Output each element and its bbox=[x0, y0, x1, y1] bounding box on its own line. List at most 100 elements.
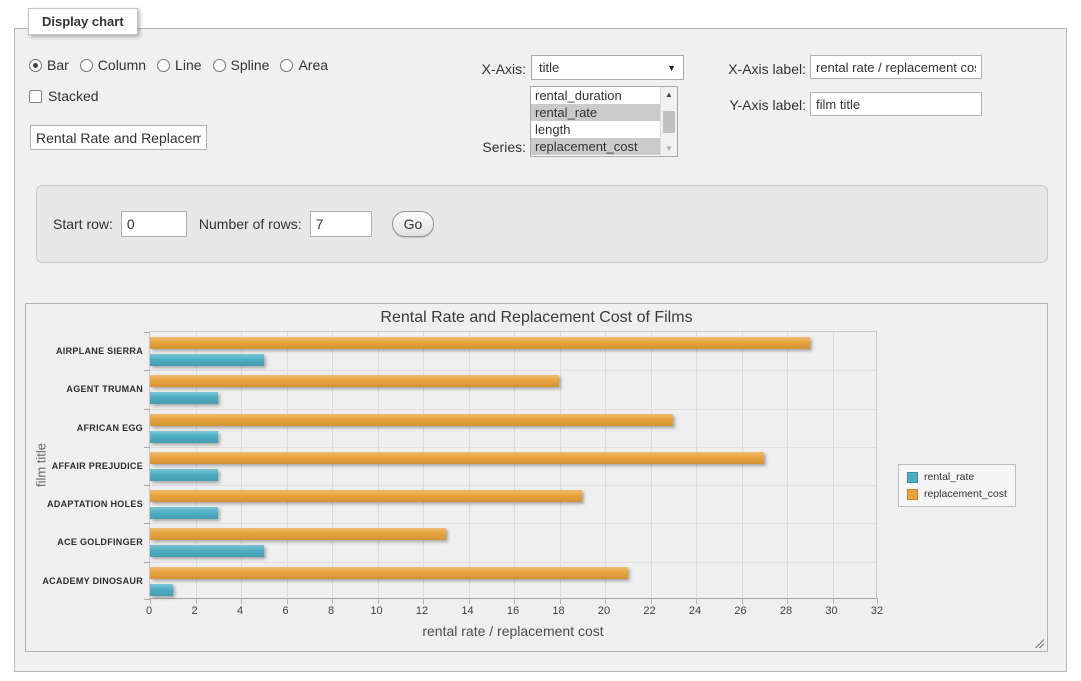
chart-type-radios: Bar Column Line Spline Area bbox=[29, 57, 328, 73]
band-separator bbox=[150, 523, 876, 524]
category-label: AFRICAN EGG bbox=[32, 423, 143, 433]
category-label: AFFAIR PREJUDICE bbox=[32, 461, 143, 471]
chart-legend: rental_rate replacement_cost bbox=[898, 464, 1016, 507]
series-option-rental_rate[interactable]: rental_rate bbox=[531, 104, 660, 121]
scrollbar[interactable]: ▲ ▼ bbox=[660, 87, 677, 156]
chart-type-area[interactable]: Area bbox=[280, 57, 328, 73]
bar-rental_rate bbox=[150, 545, 264, 557]
x-axis-tick bbox=[150, 598, 151, 604]
bar-replacement_cost bbox=[150, 490, 582, 502]
number-of-rows-label: Number of rows: bbox=[199, 216, 302, 232]
x-axis-tick bbox=[423, 598, 424, 604]
number-of-rows-input[interactable] bbox=[310, 211, 372, 237]
x-axis-tick bbox=[742, 598, 743, 604]
gridline bbox=[696, 332, 697, 598]
category-label: AGENT TRUMAN bbox=[32, 384, 143, 394]
gridline bbox=[378, 332, 379, 598]
x-axis-tick bbox=[378, 598, 379, 604]
band-separator bbox=[150, 370, 876, 371]
dropdown-arrow-icon: ▼ bbox=[667, 63, 676, 73]
chart-type-radio-line[interactable] bbox=[157, 59, 170, 72]
bar-replacement_cost bbox=[150, 337, 810, 349]
x-tick-label: 22 bbox=[635, 605, 665, 617]
x-tick-label: 10 bbox=[362, 605, 392, 617]
series-multiselect[interactable]: rental_durationrental_ratelengthreplacem… bbox=[530, 86, 678, 157]
gridline bbox=[742, 332, 743, 598]
series-options: rental_durationrental_ratelengthreplacem… bbox=[531, 87, 660, 156]
x-tick-label: 6 bbox=[271, 605, 301, 617]
x-axis-tick bbox=[787, 598, 788, 604]
chart-type-radio-area[interactable] bbox=[280, 59, 293, 72]
chart-type-line[interactable]: Line bbox=[157, 57, 201, 73]
gridline bbox=[560, 332, 561, 598]
chart-title-input[interactable] bbox=[30, 125, 207, 150]
x-axis-select[interactable]: title ▼ bbox=[531, 55, 684, 80]
stacked-checkbox-row[interactable]: Stacked bbox=[29, 88, 99, 104]
x-axis-tick bbox=[287, 598, 288, 604]
x-tick-label: 20 bbox=[589, 605, 619, 617]
chart-type-bar[interactable]: Bar bbox=[29, 57, 69, 73]
bar-rental_rate bbox=[150, 392, 218, 404]
x-axis-title: rental rate / replacement cost bbox=[149, 623, 877, 639]
rows-controls: Start row: Number of rows: Go bbox=[53, 211, 434, 237]
chart-type-radio-label: Area bbox=[298, 57, 328, 73]
x-axis-tick bbox=[332, 598, 333, 604]
chart-type-radio-column[interactable] bbox=[80, 59, 93, 72]
x-tick-label: 16 bbox=[498, 605, 528, 617]
x-tick-label: 4 bbox=[225, 605, 255, 617]
fieldset-legend: Display chart bbox=[28, 8, 138, 35]
x-tick-label: 32 bbox=[862, 605, 892, 617]
legend-item-rental_rate[interactable]: rental_rate bbox=[907, 471, 1007, 483]
gridline bbox=[241, 332, 242, 598]
bar-replacement_cost bbox=[150, 414, 673, 426]
x-axis-selected-value: title bbox=[539, 60, 559, 75]
start-row-input[interactable] bbox=[121, 211, 187, 237]
y-axis-label-input[interactable] bbox=[810, 92, 982, 116]
x-axis-label-input[interactable] bbox=[810, 55, 982, 79]
category-label: ACADEMY DINOSAUR bbox=[32, 576, 143, 586]
y-axis-label-field-label: Y-Axis label: bbox=[706, 97, 806, 113]
resize-handle-icon[interactable] bbox=[1033, 637, 1044, 648]
x-tick-label: 2 bbox=[180, 605, 210, 617]
gridline bbox=[196, 332, 197, 598]
legend-item-replacement_cost[interactable]: replacement_cost bbox=[907, 488, 1007, 500]
scrollbar-thumb[interactable] bbox=[663, 111, 675, 133]
plot-area: AIRPLANE SIERRAAGENT TRUMANAFRICAN EGGAF… bbox=[149, 331, 877, 599]
x-axis-tick bbox=[241, 598, 242, 604]
x-tick-label: 0 bbox=[134, 605, 164, 617]
chart-type-radio-spline[interactable] bbox=[213, 59, 226, 72]
x-axis-tick-labels: 02468101214161820222426283032 bbox=[149, 605, 877, 618]
gridline bbox=[423, 332, 424, 598]
go-button[interactable]: Go bbox=[392, 211, 435, 237]
chart-type-spline[interactable]: Spline bbox=[213, 57, 270, 73]
y-axis-tick bbox=[144, 447, 150, 448]
chart-container: Rental Rate and Replacement Cost of Film… bbox=[25, 303, 1048, 652]
scroll-up-icon[interactable]: ▲ bbox=[661, 87, 677, 102]
series-option-length[interactable]: length bbox=[531, 121, 660, 138]
bar-rental_rate bbox=[150, 584, 173, 596]
x-axis-tick bbox=[833, 598, 834, 604]
stacked-checkbox[interactable] bbox=[29, 90, 42, 103]
gridline bbox=[469, 332, 470, 598]
series-option-replacement_cost[interactable]: replacement_cost bbox=[531, 138, 660, 155]
chart-type-radio-label: Bar bbox=[47, 57, 69, 73]
x-axis-tick bbox=[469, 598, 470, 604]
x-axis-tick bbox=[651, 598, 652, 604]
y-axis-tick bbox=[144, 409, 150, 410]
scroll-down-icon[interactable]: ▼ bbox=[661, 141, 677, 156]
display-chart-app: Display chart Bar Column Line Spline Area St… bbox=[0, 0, 1081, 681]
y-axis-tick bbox=[144, 332, 150, 333]
chart-type-column[interactable]: Column bbox=[80, 57, 146, 73]
gridline bbox=[605, 332, 606, 598]
gridline bbox=[287, 332, 288, 598]
category-label: AIRPLANE SIERRA bbox=[32, 346, 143, 356]
series-option-rental_duration[interactable]: rental_duration bbox=[531, 87, 660, 104]
x-axis-select-label: X-Axis: bbox=[426, 61, 526, 77]
bar-rental_rate bbox=[150, 469, 218, 481]
y-axis-tick bbox=[144, 485, 150, 486]
gridline bbox=[787, 332, 788, 598]
category-label: ADAPTATION HOLES bbox=[32, 499, 143, 509]
start-row-label: Start row: bbox=[53, 216, 113, 232]
chart-type-radio-label: Spline bbox=[231, 57, 270, 73]
chart-type-radio-bar[interactable] bbox=[29, 59, 42, 72]
